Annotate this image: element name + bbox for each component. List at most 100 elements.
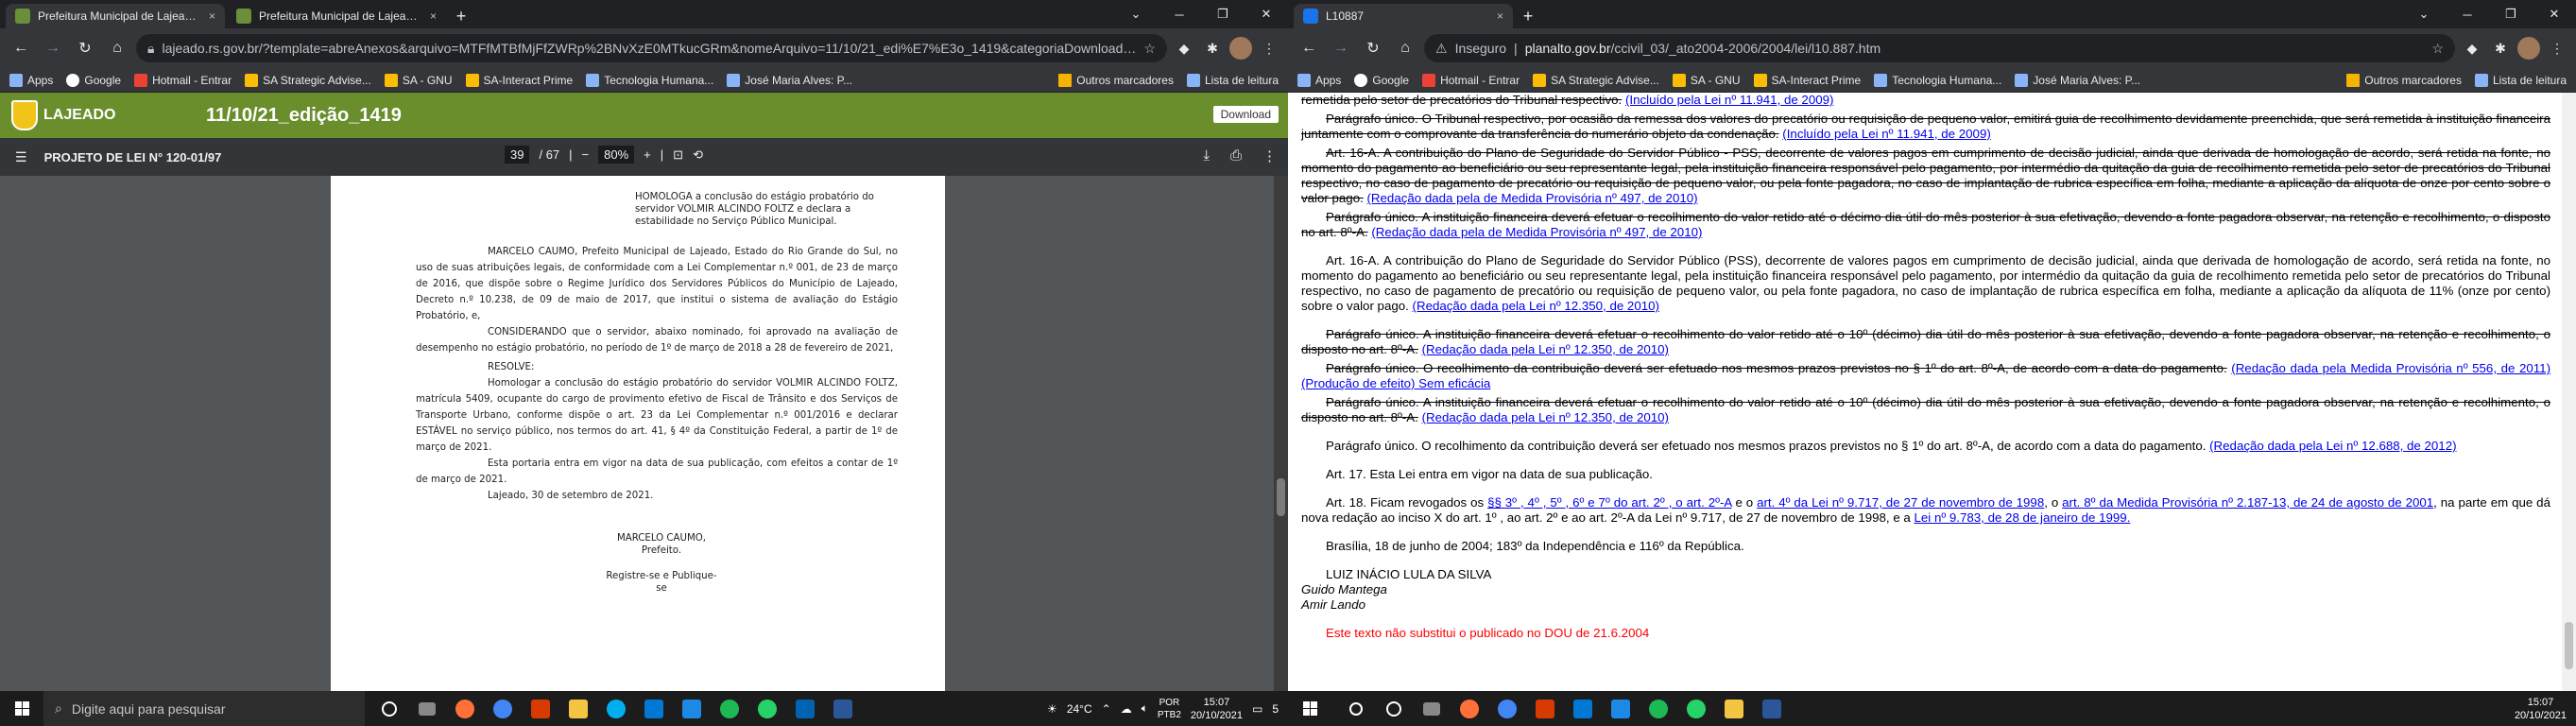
bookmark-sa-strategic[interactable]: SA Strategic Advise... [245, 73, 371, 87]
bookmark-sa-interact[interactable]: SA-Interact Prime [465, 73, 573, 87]
word-icon[interactable] [1755, 691, 1789, 726]
reading-list[interactable]: Lista de leitura [2474, 73, 2567, 87]
taskbar-search-box[interactable]: ⌕ Digite aqui para pesquisar [43, 691, 365, 726]
back-icon[interactable]: ← [8, 35, 34, 61]
bookmark-hotmail[interactable]: Hotmail - Entrar [1422, 73, 1520, 87]
new-tab-button[interactable]: + [1515, 4, 1541, 28]
pdf-download-icon[interactable]: ⤓ [1203, 147, 1210, 164]
task-view-icon[interactable] [410, 691, 444, 726]
weather-temp[interactable]: 24°C [1067, 702, 1092, 716]
law-link[interactable]: (Redação dada pela Lei nº 12.350, de 201… [1422, 342, 1669, 356]
bookmark-tecnologia[interactable]: Tecnologia Humana... [586, 73, 713, 87]
extensions-puzzle-icon[interactable]: ✱ [2489, 37, 2512, 60]
fit-page-icon[interactable]: ⊡ [673, 147, 683, 163]
chevron-up-icon[interactable]: ⌃ [1102, 702, 1111, 716]
law-link[interactable]: §§ 3º , 4º , 5º , 6º e 7º do art. 2º , o… [1487, 495, 1731, 510]
maximize-icon[interactable]: ❐ [2489, 0, 2533, 28]
firefox-icon[interactable] [448, 691, 482, 726]
reading-list[interactable]: Lista de leitura [1186, 73, 1279, 87]
language-indicator[interactable]: POR PTB2 [1158, 697, 1181, 721]
law-link[interactable]: (Redação dada pela de Medida Provisória … [1371, 225, 1702, 239]
notification-icon[interactable]: ▭ [1252, 702, 1262, 716]
bookmark-star-icon[interactable]: ☆ [2431, 41, 2444, 57]
new-tab-button[interactable]: + [448, 4, 474, 28]
law-link[interactable]: (Incluído pela Lei nº 11.941, de 2009) [1782, 127, 1990, 141]
download-button[interactable]: Download [1212, 106, 1279, 123]
close-window-icon[interactable]: ✕ [1245, 0, 1288, 28]
page-number-input[interactable]: 39 [505, 146, 530, 164]
start-button[interactable] [0, 691, 43, 726]
chrome-icon[interactable] [486, 691, 520, 726]
tab-search-icon[interactable]: ⌄ [1114, 0, 1158, 28]
close-window-icon[interactable]: ✕ [2533, 0, 2576, 28]
volume-icon[interactable]: 🔈︎ [1142, 701, 1148, 716]
reload-icon[interactable]: ↻ [72, 35, 98, 61]
clock[interactable]: 15:07 20/10/2021 [1191, 696, 1243, 722]
close-tab-icon[interactable]: × [1497, 9, 1503, 23]
bookmark-hotmail[interactable]: Hotmail - Entrar [134, 73, 232, 87]
whatsapp-icon[interactable] [1679, 691, 1713, 726]
back-icon[interactable]: ← [1296, 35, 1322, 61]
extension-icon[interactable]: ◆ [2461, 37, 2483, 60]
warning-icon[interactable]: ⚠ [1435, 41, 1448, 57]
forward-icon[interactable]: → [1328, 35, 1354, 61]
bookmark-jose-maria[interactable]: José Maria Alves: P... [2015, 73, 2140, 87]
network-icon[interactable]: ☁ [1121, 702, 1132, 716]
cortana-icon[interactable] [372, 691, 406, 726]
start-button[interactable] [1288, 691, 1331, 726]
law-link[interactable]: Lei nº 9.783, de 28 de janeiro de 1999. [1915, 510, 2131, 525]
outlook-icon[interactable] [637, 691, 671, 726]
bookmark-other-folder[interactable]: Outros marcadores [1058, 73, 1174, 87]
left-tab-1[interactable]: Prefeitura Municipal de Lajeado - × [6, 4, 225, 28]
profile-avatar[interactable] [2517, 37, 2540, 60]
minimize-icon[interactable]: ─ [2446, 0, 2489, 28]
scrollbar-thumb[interactable] [1277, 478, 1285, 516]
bookmark-google[interactable]: Google [1354, 73, 1409, 87]
chrome-icon[interactable] [1490, 691, 1524, 726]
left-address-bar[interactable]: 🔒︎ lajeado.rs.gov.br/?template=abreAnexo… [136, 34, 1167, 62]
file-explorer-icon[interactable] [561, 691, 595, 726]
bookmark-sa-gnu[interactable]: SA - GNU [384, 73, 453, 87]
cortana-icon[interactable] [1377, 691, 1411, 726]
reload-icon[interactable]: ↻ [1360, 35, 1386, 61]
scrollbar-thumb[interactable] [2565, 622, 2573, 669]
photos-icon[interactable] [788, 691, 822, 726]
pdf-more-icon[interactable]: ⋮ [1262, 147, 1277, 164]
maximize-icon[interactable]: ❐ [1201, 0, 1245, 28]
right-tab-1[interactable]: L10887 × [1294, 4, 1513, 28]
mail-icon[interactable] [675, 691, 709, 726]
outlook-icon[interactable] [1566, 691, 1600, 726]
home-icon[interactable]: ⌂ [104, 35, 130, 61]
minimize-icon[interactable]: ─ [1158, 0, 1201, 28]
bookmark-star-icon[interactable]: ☆ [1143, 41, 1156, 57]
law-link[interactable]: (Incluído pela Lei nº 11.941, de 2009) [1625, 93, 1833, 107]
pdf-menu-icon[interactable]: ☰ [15, 149, 27, 165]
skype-icon[interactable] [599, 691, 633, 726]
bookmark-other-folder[interactable]: Outros marcadores [2346, 73, 2462, 87]
rotate-icon[interactable]: ⟲ [693, 147, 703, 163]
zoom-out-button[interactable]: − [582, 147, 590, 162]
tab-search-icon[interactable]: ⌄ [2402, 0, 2446, 28]
page-scrollbar[interactable] [2562, 93, 2576, 691]
clock[interactable]: 15:07 20/10/2021 [2515, 696, 2567, 722]
bookmark-sa-interact[interactable]: SA-Interact Prime [1753, 73, 1861, 87]
pdf-scrollbar[interactable] [1274, 176, 1288, 691]
profile-avatar[interactable] [1229, 37, 1252, 60]
menu-kebab-icon[interactable]: ⋮ [2546, 37, 2568, 60]
search-icon[interactable] [1339, 691, 1373, 726]
firefox-icon[interactable] [1452, 691, 1486, 726]
file-explorer-icon[interactable] [1717, 691, 1751, 726]
bookmark-tecnologia[interactable]: Tecnologia Humana... [1874, 73, 2001, 87]
whatsapp-icon[interactable] [750, 691, 784, 726]
law-link[interactable]: (Redação dada pela Lei nº 12.688, de 201… [2209, 439, 2456, 453]
spotify-icon[interactable] [713, 691, 747, 726]
bookmark-sa-strategic[interactable]: SA Strategic Advise... [1533, 73, 1659, 87]
print-icon[interactable]: ⎙ [1230, 147, 1242, 164]
law-link[interactable]: art. 8º da Medida Provisória nº 2.187-13… [2062, 495, 2433, 510]
right-address-bar[interactable]: ⚠ Inseguro | planalto.gov.br/ccivil_03/_… [1424, 34, 2455, 62]
bookmark-apps[interactable]: Apps [9, 73, 53, 87]
close-tab-icon[interactable]: × [430, 9, 437, 23]
law-link[interactable]: (Redação dada pela Lei nº 12.350, de 201… [1413, 299, 1659, 313]
lajeado-logo[interactable]: LAJEADO [11, 100, 115, 130]
spotify-icon[interactable] [1641, 691, 1675, 726]
